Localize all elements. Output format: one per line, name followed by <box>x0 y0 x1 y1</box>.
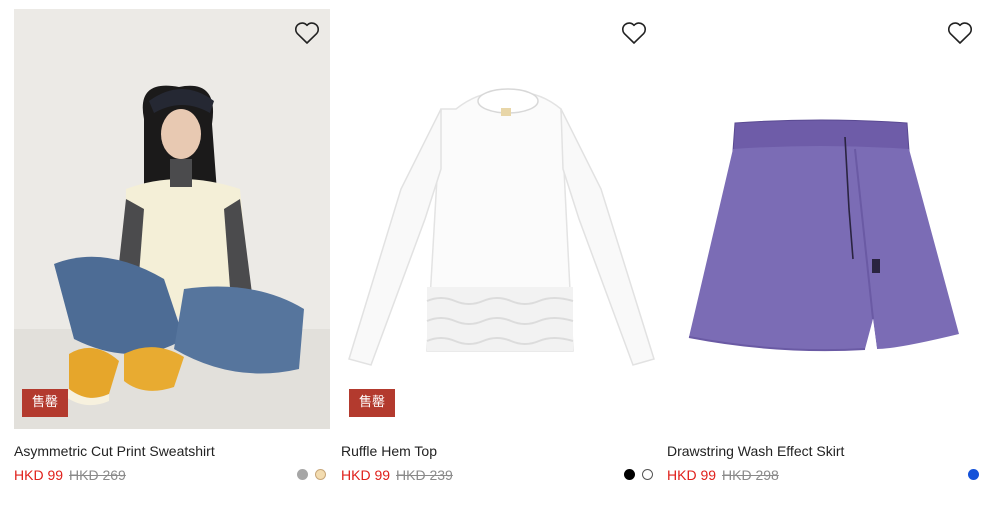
sold-out-badge: 售罄 <box>349 389 396 417</box>
original-price: HKD 298 <box>722 467 779 483</box>
color-swatches <box>624 469 653 480</box>
sale-price: HKD 99 <box>341 467 391 483</box>
product-image[interactable] <box>667 9 983 429</box>
heart-outline-icon[interactable] <box>294 21 320 45</box>
product-title[interactable]: Asymmetric Cut Print Sweatshirt <box>14 443 215 459</box>
product-card[interactable]: Drawstring Wash Effect Skirt HKD 99 HKD 2… <box>667 9 983 483</box>
product-image[interactable]: 售罄 <box>341 9 657 429</box>
product-card[interactable]: 售罄 Ruffle Hem Top HKD 99 HKD 239 <box>341 9 657 483</box>
sold-out-badge: 售罄 <box>22 389 69 417</box>
product-photo <box>688 119 959 352</box>
heart-outline-icon[interactable] <box>947 21 973 45</box>
product-image[interactable]: 售罄 <box>14 9 330 429</box>
color-swatch-grey[interactable] <box>297 469 308 480</box>
product-photo <box>348 88 655 366</box>
original-price: HKD 239 <box>396 467 453 483</box>
color-swatches <box>297 469 326 480</box>
product-title[interactable]: Ruffle Hem Top <box>341 443 437 459</box>
original-price: HKD 269 <box>69 467 126 483</box>
price-row: HKD 99 HKD 239 <box>341 467 657 485</box>
color-swatches <box>968 469 979 480</box>
color-swatch-white[interactable] <box>642 469 653 480</box>
color-swatch-blue[interactable] <box>968 469 979 480</box>
product-grid: 售罄 Asymmetric Cut Print Sweatshirt HKD 9… <box>0 0 1000 505</box>
price-row: HKD 99 HKD 269 <box>14 467 330 485</box>
price-row: HKD 99 HKD 298 <box>667 467 983 485</box>
color-swatch-cream[interactable] <box>315 469 326 480</box>
sale-price: HKD 99 <box>667 467 717 483</box>
color-swatch-black[interactable] <box>624 469 635 480</box>
product-title[interactable]: Drawstring Wash Effect Skirt <box>667 443 844 459</box>
heart-outline-icon[interactable] <box>621 21 647 45</box>
product-card[interactable]: 售罄 Asymmetric Cut Print Sweatshirt HKD 9… <box>14 9 330 483</box>
sale-price: HKD 99 <box>14 467 64 483</box>
model-photo <box>14 9 330 429</box>
